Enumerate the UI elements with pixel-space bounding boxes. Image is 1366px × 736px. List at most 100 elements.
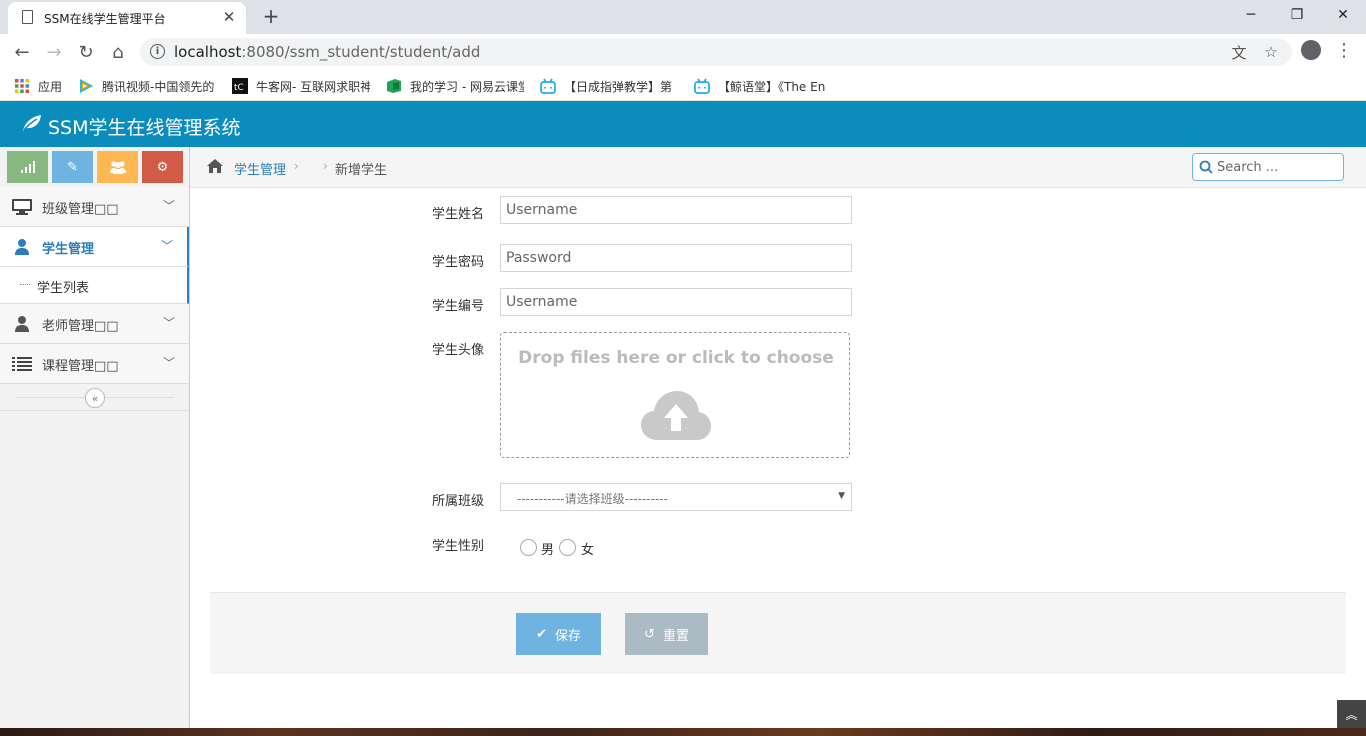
chevron-down-icon: ﹀ <box>162 316 175 330</box>
signal-icon[interactable] <box>7 151 48 183</box>
pencil-icon[interactable]: ✎ <box>52 151 93 183</box>
sidebar-item-label: 班级管理□□ <box>42 202 119 217</box>
forward-icon[interactable]: → <box>40 38 68 66</box>
bookmarks-bar: 应用 腾讯视频-中国领先的 tC 牛客网- 互联网求职神 我的学习 - 网易云课… <box>0 70 1366 101</box>
sidebar-item-student-management[interactable]: 学生管理 ﹀ <box>0 227 189 267</box>
student-number-label: 学生编号 <box>432 299 485 314</box>
gender-male-radio[interactable] <box>520 539 537 556</box>
url-input[interactable]: i localhost:8080/ssm_student/student/add… <box>140 38 1292 66</box>
back-icon[interactable]: ← <box>8 38 36 66</box>
class-label: 所属班级 <box>432 494 485 509</box>
sidebar-collapse: « <box>0 384 189 411</box>
gender-male-label: 男 <box>541 543 555 558</box>
desktop-wallpaper-strip <box>0 728 1366 736</box>
sidebar-subitem-student-list[interactable]: 学生列表 <box>0 267 189 304</box>
url-text: localhost:8080/ssm_student/student/add <box>174 43 481 61</box>
netease-study-icon <box>387 79 401 93</box>
app-header: SSM学生在线管理系统 <box>0 101 1366 147</box>
document-icon <box>22 10 33 24</box>
list-icon <box>12 357 32 371</box>
browser-menu-icon[interactable]: ⋮ <box>1334 38 1354 62</box>
nowcoder-icon: tC <box>232 78 248 94</box>
gender-female-label: 女 <box>581 543 595 558</box>
bookmark-tencent-video[interactable]: 腾讯视频-中国领先的 <box>78 77 216 95</box>
tencent-video-icon <box>80 79 93 93</box>
new-tab-icon[interactable]: + <box>258 3 284 29</box>
student-name-input[interactable] <box>500 196 852 224</box>
sidebar-item-course-management[interactable]: 课程管理□□ ﹀ <box>0 344 189 384</box>
bookmark-netease-study[interactable]: 我的学习 - 网易云课堂 <box>386 77 524 95</box>
home-icon[interactable] <box>206 158 224 174</box>
restore-icon[interactable]: ❐ <box>1274 0 1320 30</box>
profile-avatar-icon[interactable] <box>1301 40 1321 60</box>
gender-female-radio[interactable] <box>559 539 576 556</box>
reload-icon[interactable]: ↻ <box>72 38 100 66</box>
apps-grid-icon <box>15 79 29 93</box>
caret-down-icon: ▼ <box>838 491 845 501</box>
sidebar-item-class-management[interactable]: 班级管理□□ ﹀ <box>0 187 189 227</box>
student-password-input[interactable] <box>500 244 852 272</box>
class-select[interactable]: -----------请选择班级---------- ▼ <box>500 483 852 511</box>
breadcrumb-current: 新增学生 <box>335 163 388 178</box>
bookmark-nowcoder[interactable]: tC 牛客网- 互联网求职神 <box>232 77 370 95</box>
address-bar-row: ← → ↻ ⌂ i localhost:8080/ssm_student/stu… <box>0 34 1366 70</box>
desktop-icon <box>12 199 32 215</box>
close-window-icon[interactable]: ✕ <box>1320 0 1366 30</box>
app-brand[interactable]: SSM学生在线管理系统 <box>48 113 241 140</box>
sidebar-item-label: 老师管理□□ <box>42 319 119 334</box>
tree-connector <box>20 284 30 285</box>
reset-button-label: 重置 <box>662 628 689 644</box>
close-tab-icon[interactable]: ✕ <box>218 6 240 28</box>
browser-tab[interactable]: SSM在线学生管理平台 ✕ <box>8 2 246 34</box>
bookmark-bilibili-2[interactable]: 【鲸语堂】《The En <box>694 77 832 95</box>
check-icon: ✔ <box>536 626 547 642</box>
cloud-upload-icon <box>641 391 711 440</box>
chevron-down-icon: ﹀ <box>160 239 173 253</box>
search-input[interactable] <box>1217 158 1339 176</box>
student-avatar-label: 学生头像 <box>432 343 485 358</box>
scroll-to-top-icon[interactable]: ︽ <box>1337 700 1366 728</box>
chevron-down-icon: ﹀ <box>162 356 175 370</box>
dropzone-text: Drop files here or click to choose <box>518 348 834 368</box>
translate-icon[interactable]: 文 <box>1228 41 1250 63</box>
sidebar-shortcuts: ✎ ⚙ <box>7 151 183 183</box>
bilibili-icon <box>540 78 556 94</box>
sidebar-item-teacher-management[interactable]: 老师管理□□ ﹀ <box>0 304 189 344</box>
user-icon <box>15 316 29 332</box>
gender-label: 学生性别 <box>432 539 485 554</box>
sidebar: ✎ ⚙ 班级管理□□ ﹀ 学生管理 ﹀ 学生列表 老师管理□□ ﹀ 课程管理□□… <box>0 147 190 736</box>
student-number-input[interactable] <box>500 288 852 316</box>
tab-title: SSM在线学生管理平台 <box>44 12 166 26</box>
chevron-down-icon: ﹀ <box>162 199 175 213</box>
breadcrumb-link[interactable]: 学生管理 <box>234 159 286 178</box>
double-chevron-left-icon[interactable]: « <box>85 388 105 408</box>
bookmark-apps[interactable]: 应用 <box>14 77 66 95</box>
search-box[interactable] <box>1192 153 1344 181</box>
sidebar-item-label: 课程管理□□ <box>42 359 119 374</box>
student-name-label: 学生姓名 <box>432 207 485 222</box>
bookmark-bilibili-1[interactable]: 【日成指弹教学】第 <box>540 77 678 95</box>
home-icon[interactable]: ⌂ <box>104 38 132 66</box>
undo-icon: ↺ <box>644 626 655 642</box>
save-button-label: 保存 <box>554 628 581 644</box>
search-icon <box>1199 160 1213 174</box>
leaf-icon <box>23 115 41 131</box>
cogs-icon[interactable]: ⚙ <box>142 151 183 183</box>
chevron-right-icon: › <box>323 159 328 173</box>
bookmark-star-icon[interactable]: ☆ <box>1260 41 1282 63</box>
form-actions: ✔ 保存 ↺ 重置 <box>210 592 1346 674</box>
svg-text:tC: tC <box>234 83 244 93</box>
user-icon <box>15 239 29 255</box>
site-info-icon[interactable]: i <box>150 44 165 59</box>
browser-tab-strip: SSM在线学生管理平台 ✕ + ─ ❐ ✕ <box>0 0 1366 34</box>
minimize-icon[interactable]: ─ <box>1228 0 1274 30</box>
chevron-right-icon: › <box>294 159 299 173</box>
save-button[interactable]: ✔ 保存 <box>516 613 601 655</box>
users-icon[interactable] <box>97 151 138 183</box>
sidebar-item-label: 学生管理 <box>42 242 95 257</box>
student-password-label: 学生密码 <box>432 255 485 270</box>
sidebar-subitem-label: 学生列表 <box>37 281 90 296</box>
avatar-dropzone[interactable]: Drop files here or click to choose <box>500 332 850 458</box>
breadcrumb: 学生管理 › › 新增学生 <box>190 147 1366 188</box>
reset-button[interactable]: ↺ 重置 <box>625 613 708 655</box>
